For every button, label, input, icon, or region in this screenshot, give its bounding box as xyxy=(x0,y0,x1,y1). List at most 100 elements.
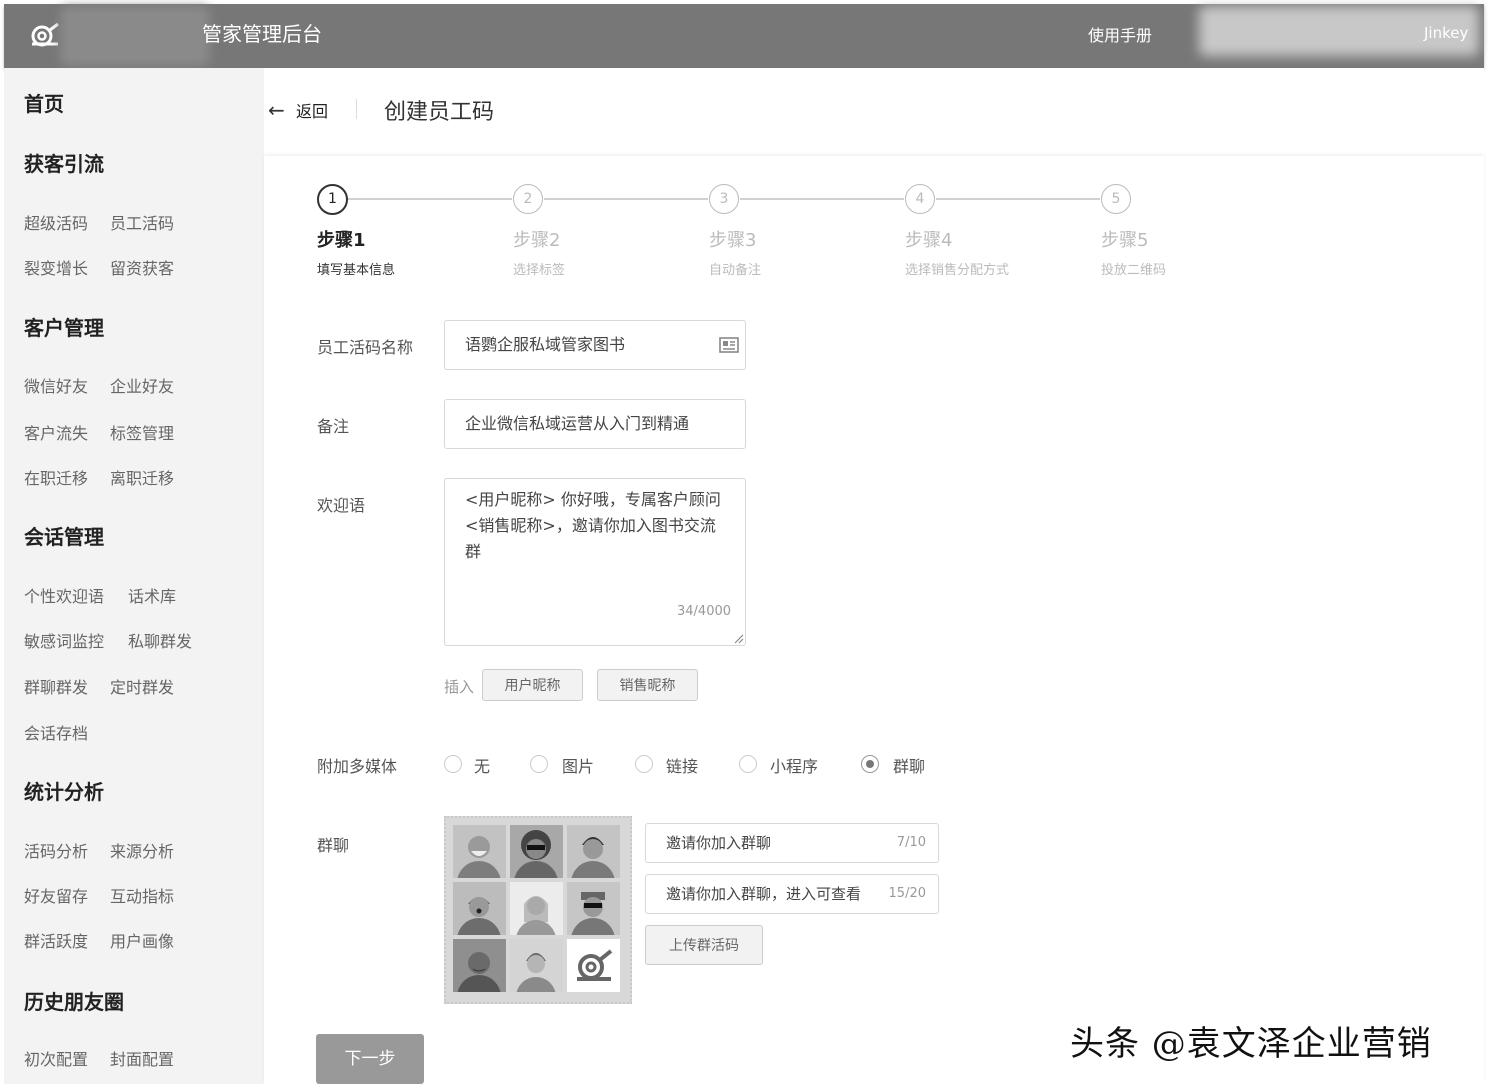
group-desc-input[interactable]: 邀请你加入群聊，进入可查看 15/20 xyxy=(645,874,939,914)
insert-sales-nickname-button[interactable]: 销售昵称 xyxy=(597,669,698,701)
sidebar-item-user-profile[interactable]: 用户画像 xyxy=(110,928,174,952)
note-input-value: 企业微信私域运营从入门到精通 xyxy=(465,414,690,433)
welcome-textarea[interactable]: <用户昵称> 你好哦，专属客户顾问<销售昵称>，邀请你加入图书交流群 xyxy=(444,478,746,646)
sidebar-item-super-code[interactable]: 超级活码 xyxy=(24,210,88,234)
step-connector xyxy=(348,198,512,200)
radio-image-label[interactable]: 图片 xyxy=(562,753,594,777)
sidebar-item-scripts[interactable]: 话术库 xyxy=(128,583,176,607)
step-4-desc: 选择销售分配方式 xyxy=(905,263,1010,278)
user-manual-link[interactable]: 使用手册 xyxy=(1088,22,1152,46)
group-title-counter: 7/10 xyxy=(896,835,926,850)
sidebar-item-leads[interactable]: 留资获客 xyxy=(110,255,174,279)
radio-none[interactable] xyxy=(444,755,462,773)
name-input[interactable]: 语鹦企服私域管家图书 xyxy=(444,320,746,370)
step-3-circle[interactable]: 3 xyxy=(709,184,739,214)
radio-group-chat-label[interactable]: 群聊 xyxy=(893,753,925,777)
step-connector xyxy=(936,198,1100,200)
step-5-desc: 投放二维码 xyxy=(1101,263,1167,278)
radio-miniprogram-label[interactable]: 小程序 xyxy=(770,753,818,777)
top-bar: 管家管理后台 使用手册 Jinkey xyxy=(4,4,1484,68)
sidebar-item-scheduled[interactable]: 定时群发 xyxy=(110,674,174,698)
sidebar-item-welcome[interactable]: 个性欢迎语 xyxy=(24,583,104,607)
step-1-title: 步骤1 xyxy=(317,230,366,251)
snail-logo-icon xyxy=(567,939,620,992)
group-desc-value: 邀请你加入群聊，进入可查看 xyxy=(666,885,862,903)
avatar-icon xyxy=(510,825,563,878)
next-step-button[interactable]: 下一步 xyxy=(316,1034,424,1084)
step-5-title: 步骤5 xyxy=(1101,230,1149,251)
sidebar-item-private-broadcast[interactable]: 私聊群发 xyxy=(128,628,192,652)
sidebar-item-home[interactable]: 首页 xyxy=(24,88,64,117)
group-label: 群聊 xyxy=(317,836,350,855)
sidebar-item-staff-code[interactable]: 员工活码 xyxy=(110,210,174,234)
insert-user-nickname-button[interactable]: 用户昵称 xyxy=(482,669,583,701)
sidebar-item-transfer[interactable]: 在职迁移 xyxy=(24,465,88,489)
sidebar-item-sensitive[interactable]: 敏感词监控 xyxy=(24,628,104,652)
divider xyxy=(356,99,357,119)
welcome-textarea-value: <用户昵称> 你好哦，专属客户顾问<销售昵称>，邀请你加入图书交流群 xyxy=(465,490,721,561)
group-preview-image[interactable] xyxy=(444,816,632,1004)
sidebar-item-resign-transfer[interactable]: 离职迁移 xyxy=(110,465,174,489)
step-5-circle[interactable]: 5 xyxy=(1101,184,1131,214)
sidebar-group-customers[interactable]: 客户管理 xyxy=(24,312,104,341)
avatar-icon xyxy=(567,825,620,878)
avatar-icon xyxy=(510,882,563,935)
step-2-circle[interactable]: 2 xyxy=(513,184,543,214)
sidebar-item-wechat-friends[interactable]: 微信好友 xyxy=(24,373,88,397)
welcome-char-counter: 34/4000 xyxy=(677,604,732,619)
avatar-icon xyxy=(453,939,506,992)
sidebar-item-fission[interactable]: 裂变增长 xyxy=(24,255,88,279)
avatar-icon xyxy=(510,939,563,992)
note-label: 备注 xyxy=(317,417,350,436)
group-desc-counter: 15/20 xyxy=(888,886,926,901)
blurred-region xyxy=(60,6,210,66)
avatar-icon xyxy=(453,882,506,935)
step-2-title: 步骤2 xyxy=(513,230,561,251)
page-title: 创建员工码 xyxy=(384,100,495,125)
step-3-title: 步骤3 xyxy=(709,230,757,251)
name-label: 员工活码名称 xyxy=(317,338,414,357)
step-2-desc: 选择标签 xyxy=(513,263,566,278)
radio-link-label[interactable]: 链接 xyxy=(666,753,698,777)
sidebar-group-acquisition[interactable]: 获客引流 xyxy=(24,148,104,177)
sidebar-item-group-broadcast[interactable]: 群聊群发 xyxy=(24,674,88,698)
contact-card-icon[interactable] xyxy=(719,336,739,354)
step-4-circle[interactable]: 4 xyxy=(905,184,935,214)
app-title: 管家管理后台 xyxy=(202,22,322,46)
radio-miniprogram[interactable] xyxy=(739,755,757,773)
sidebar-item-group-activity[interactable]: 群活跃度 xyxy=(24,928,88,952)
username[interactable]: Jinkey xyxy=(1424,24,1468,42)
sidebar-item-archive[interactable]: 会话存档 xyxy=(24,720,88,744)
sidebar-item-cover-config[interactable]: 封面配置 xyxy=(110,1046,174,1070)
back-button[interactable]: 返回 xyxy=(296,98,328,122)
back-arrow-icon[interactable]: ← xyxy=(268,98,285,122)
step-3-desc: 自动备注 xyxy=(709,263,762,278)
group-title-input[interactable]: 邀请你加入群聊 7/10 xyxy=(645,823,939,863)
sidebar-item-retention[interactable]: 好友留存 xyxy=(24,883,88,907)
sidebar-item-code-analysis[interactable]: 活码分析 xyxy=(24,838,88,862)
step-1-circle[interactable]: 1 xyxy=(317,184,348,215)
sidebar-item-initial-config[interactable]: 初次配置 xyxy=(24,1046,88,1070)
resize-handle-icon[interactable] xyxy=(732,632,744,644)
sidebar-group-moments[interactable]: 历史朋友圈 xyxy=(24,986,124,1015)
sidebar-item-source-analysis[interactable]: 来源分析 xyxy=(110,838,174,862)
sidebar-item-enterprise-friends[interactable]: 企业好友 xyxy=(110,373,174,397)
radio-none-label[interactable]: 无 xyxy=(474,753,490,777)
step-1-desc: 填写基本信息 xyxy=(317,263,396,278)
sidebar: 首页 获客引流 超级活码 员工活码 裂变增长 留资获客 客户管理 微信好友 企业… xyxy=(4,68,264,1084)
radio-link[interactable] xyxy=(635,755,653,773)
upload-group-code-button[interactable]: 上传群活码 xyxy=(645,925,763,965)
step-4-title: 步骤4 xyxy=(905,230,953,251)
welcome-label: 欢迎语 xyxy=(317,496,366,515)
sidebar-group-analytics[interactable]: 统计分析 xyxy=(24,776,104,805)
sidebar-item-churn[interactable]: 客户流失 xyxy=(24,420,88,444)
sidebar-item-tags[interactable]: 标签管理 xyxy=(110,420,174,444)
radio-group-chat[interactable] xyxy=(861,755,879,773)
avatar-icon xyxy=(567,882,620,935)
watermark: 头条 @袁文泽企业营销 xyxy=(1070,1024,1432,1064)
sidebar-item-interaction[interactable]: 互动指标 xyxy=(110,883,174,907)
sidebar-group-sessions[interactable]: 会话管理 xyxy=(24,521,104,550)
note-input[interactable]: 企业微信私域运营从入门到精通 xyxy=(444,399,746,449)
group-title-value: 邀请你加入群聊 xyxy=(666,834,772,852)
radio-image[interactable] xyxy=(530,755,548,773)
